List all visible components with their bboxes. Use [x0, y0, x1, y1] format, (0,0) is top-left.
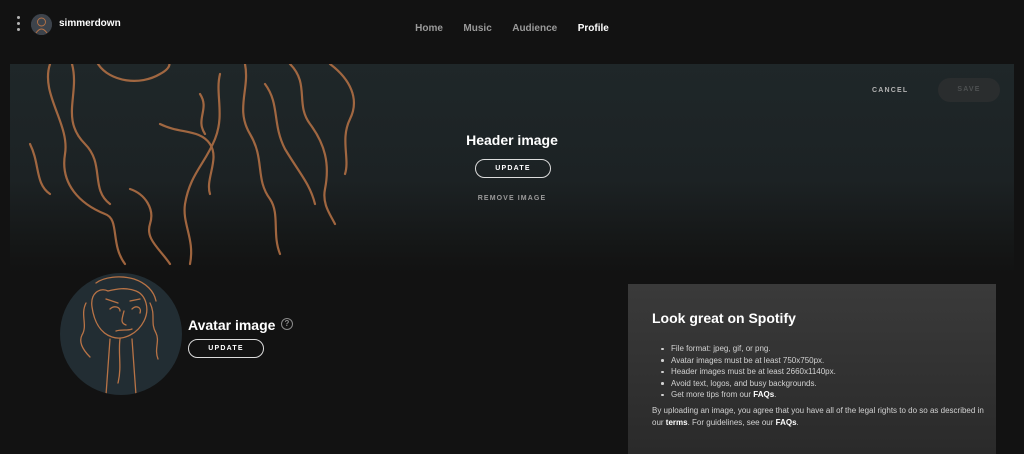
faq-suffix: . [774, 390, 777, 399]
terms-middle: . For guidelines, see our [687, 418, 776, 427]
header-line-art [28, 64, 355, 266]
tips-list: File format: jpeg, gif, or png. Avatar i… [661, 343, 836, 401]
cancel-button[interactable]: CANCEL [872, 87, 908, 94]
tips-panel: Look great on Spotify File format: jpeg,… [628, 284, 996, 454]
tip-item: File format: jpeg, gif, or png. [661, 343, 836, 355]
nav-music[interactable]: Music [463, 23, 491, 34]
header-update-button[interactable]: UPDATE [475, 159, 551, 178]
faqs-link[interactable]: FAQs [753, 390, 774, 399]
avatar-update-button[interactable]: UPDATE [188, 339, 264, 358]
nav-audience[interactable]: Audience [512, 23, 557, 34]
tip-item: Header images must be at least 2660x1140… [661, 366, 836, 378]
faq-prefix: Get more tips from our [671, 390, 754, 399]
nav-profile[interactable]: Profile [578, 23, 609, 34]
header-image-title: Header image [466, 132, 558, 148]
tip-item: Avoid text, logos, and busy backgrounds. [661, 378, 836, 390]
top-bar: simmerdown Home Music Audience Profile [0, 0, 1024, 50]
tips-title: Look great on Spotify [652, 310, 796, 326]
terms-link[interactable]: terms [666, 418, 688, 427]
tip-item-faq: Get more tips from our FAQs. [661, 389, 836, 401]
main-nav: Home Music Audience Profile [0, 18, 1024, 36]
avatar-image-title: Avatar image [188, 317, 276, 333]
guidelines-faqs-link[interactable]: FAQs [776, 418, 797, 427]
help-icon[interactable]: ? [281, 318, 293, 330]
terms-suffix: . [796, 418, 799, 427]
tip-item: Avatar images must be at least 750x750px… [661, 355, 836, 367]
header-image-area: Header image UPDATE REMOVE IMAGE CANCEL … [10, 64, 1014, 274]
terms-text: By uploading an image, you agree that yo… [652, 405, 988, 429]
remove-image-button[interactable]: REMOVE IMAGE [10, 195, 1014, 202]
save-button[interactable]: SAVE [938, 78, 1000, 102]
avatar-image [60, 273, 182, 395]
nav-home[interactable]: Home [415, 23, 443, 34]
